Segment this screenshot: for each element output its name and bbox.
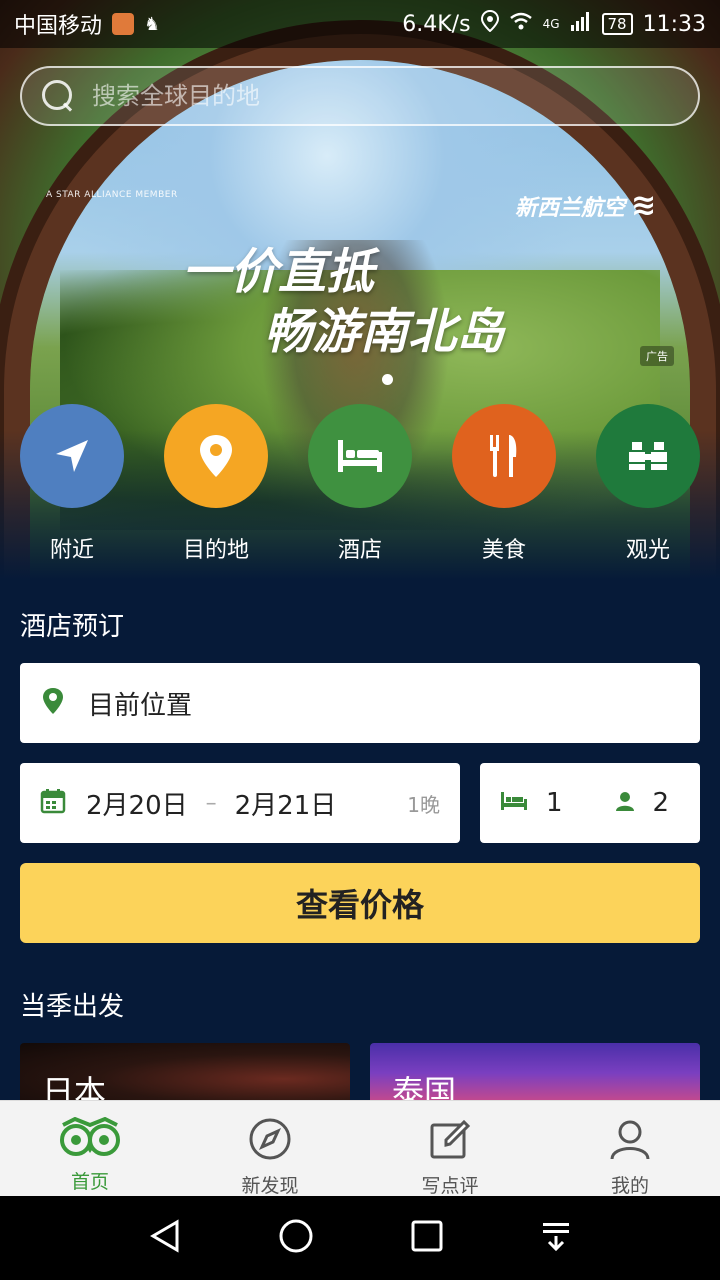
recents-icon[interactable] [411, 1220, 443, 1256]
category-row: 附近 目的地 酒店 美食 观光 [0, 404, 720, 564]
location-pin-icon [42, 687, 64, 719]
carousel-indicator-dot [382, 374, 393, 385]
tab-write-review[interactable]: 写点评 [360, 1101, 540, 1197]
location-field[interactable]: 目前位置 [20, 663, 700, 743]
check-in-date: 2月20日 [86, 790, 188, 821]
location-status-icon [480, 9, 499, 38]
tab-label: 首页 [70, 1171, 109, 1193]
destination-card-japan[interactable]: 日本 [20, 1043, 350, 1103]
check-price-button[interactable]: 查看价格 [20, 863, 700, 943]
tab-label: 写点评 [421, 1175, 479, 1197]
tab-home[interactable]: 首页 [0, 1101, 180, 1196]
nights-count: 1晚 [407, 792, 440, 817]
category-label: 附近 [49, 538, 94, 563]
destination-label: 泰国 [392, 1073, 457, 1103]
navigation-arrow-icon [20, 404, 124, 508]
category-food[interactable]: 美食 [452, 404, 556, 564]
date-range-field[interactable]: 2月20日 – 2月21日 1晚 [20, 763, 460, 843]
tab-label: 新发现 [241, 1175, 299, 1197]
edit-note-icon [428, 1117, 472, 1165]
guests-count: 2 [652, 788, 670, 818]
clock: 11:33 [642, 11, 706, 37]
room-bed-icon [500, 791, 528, 815]
ad-tag: 广告 [640, 346, 674, 366]
person-icon [608, 1117, 652, 1165]
signal-bars-icon [570, 11, 592, 37]
calendar-icon [40, 788, 66, 818]
tab-discover[interactable]: 新发现 [180, 1101, 360, 1197]
check-out-date: 2月21日 [234, 790, 337, 821]
network-speed: 6.4K/s [402, 11, 471, 37]
category-hotel[interactable]: 酒店 [308, 404, 412, 564]
owl-logo-icon [57, 1116, 123, 1161]
search-bar[interactable] [20, 66, 700, 126]
rooms-guests-field[interactable]: 1 2 [480, 763, 700, 843]
category-label: 观光 [625, 538, 670, 563]
carrier-name: 中国移动 [14, 14, 103, 39]
map-pin-icon [164, 404, 268, 508]
seasonal-title: 当季出发 [20, 992, 125, 1022]
category-label: 美食 [481, 538, 526, 563]
airline-name: 新西兰航空 [515, 195, 626, 221]
guest-person-icon [615, 791, 635, 815]
status-bar: 中国移动 ♞ 6.4K/s 4G 78 11:33 [0, 0, 720, 48]
home-icon[interactable] [278, 1218, 314, 1258]
bed-icon [308, 404, 412, 508]
airline-koru-icon: ≋ [631, 188, 657, 223]
category-destination[interactable]: 目的地 [164, 404, 268, 564]
tab-label: 我的 [610, 1175, 649, 1197]
tab-me[interactable]: 我的 [540, 1101, 720, 1197]
compass-icon [248, 1117, 292, 1165]
hotel-booking-title: 酒店预订 [20, 612, 125, 642]
bottom-tab-bar: 首页 新发现 写点评 我的 [0, 1100, 720, 1197]
category-nearby[interactable]: 附近 [20, 404, 124, 564]
binoculars-icon [596, 404, 700, 508]
rooms-count: 1 [546, 788, 563, 818]
category-sightseeing[interactable]: 观光 [596, 404, 700, 564]
wifi-icon [509, 11, 533, 37]
fork-knife-icon [452, 404, 556, 508]
destination-label: 日本 [42, 1073, 107, 1103]
destination-card-thailand[interactable]: 泰国 [370, 1043, 700, 1103]
notification-pulldown-icon[interactable] [540, 1220, 572, 1256]
camel-notification-icon: ♞ [144, 13, 161, 35]
category-label: 目的地 [182, 538, 249, 563]
signal-type: 4G [542, 17, 560, 31]
location-value: 目前位置 [88, 690, 193, 721]
airline-logo: 新西兰航空 ≋ [515, 188, 656, 223]
search-input[interactable] [92, 82, 698, 110]
back-icon[interactable] [149, 1219, 181, 1257]
system-navigation-bar [0, 1196, 720, 1280]
app-notification-icon [112, 13, 135, 35]
alliance-text: A STAR ALLIANCE MEMBER [46, 190, 178, 200]
banner-headline-2: 畅游南北岛 [264, 304, 505, 360]
battery-level: 78 [601, 13, 633, 35]
date-separator: – [205, 790, 217, 816]
search-icon [40, 78, 76, 114]
category-label: 酒店 [337, 538, 382, 563]
